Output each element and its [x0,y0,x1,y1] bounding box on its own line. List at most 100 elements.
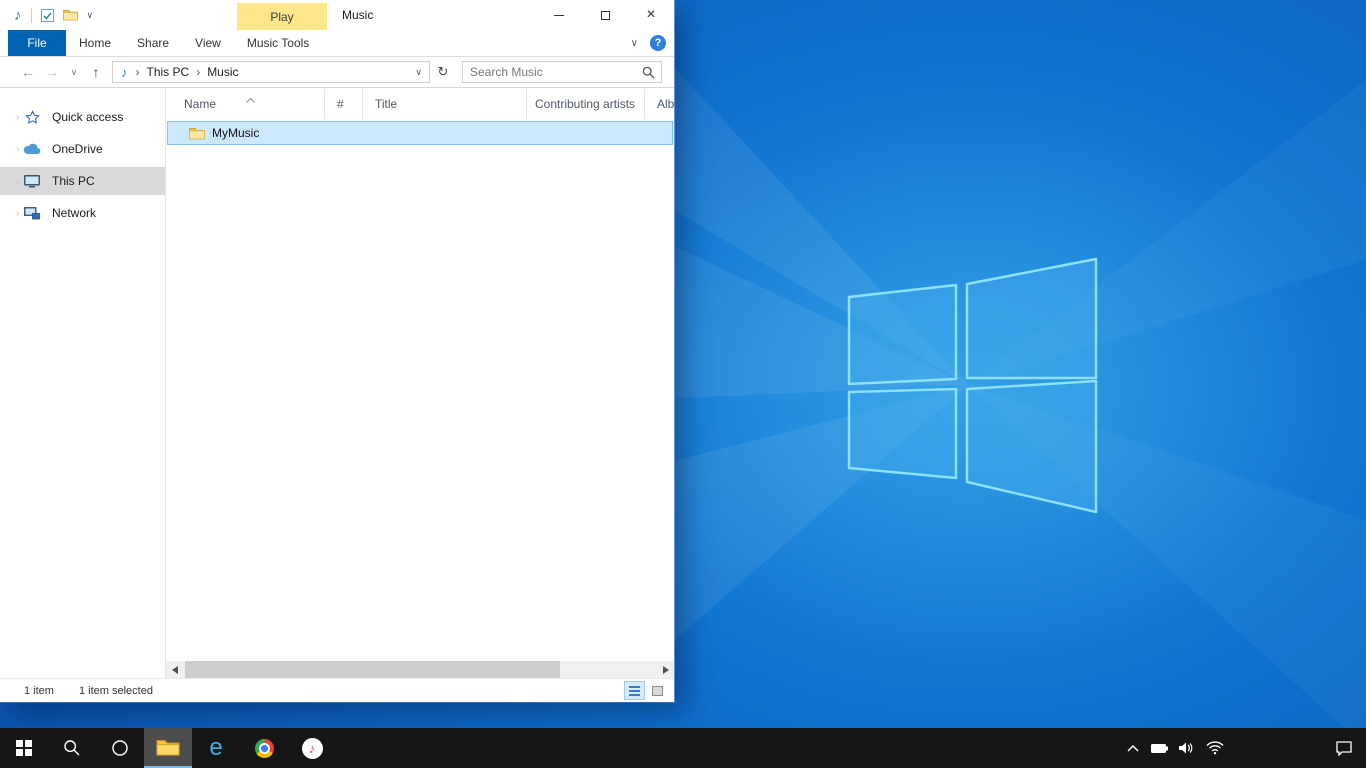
breadcrumb-this-pc[interactable]: This PC [143,65,194,79]
breadcrumb-chevron-icon: › [133,65,143,79]
tab-home[interactable]: Home [66,30,124,56]
column-label: Title [363,97,397,111]
titlebar-divider [31,8,32,23]
horizontal-scrollbar[interactable] [166,661,674,678]
taskbar-internet-explorer-button[interactable]: e [192,728,240,768]
folder-icon [189,127,205,140]
help-icon[interactable]: ? [650,35,666,51]
refresh-icon[interactable]: ↻ [432,64,454,80]
wifi-icon[interactable] [1206,741,1224,755]
tab-view[interactable]: View [182,30,234,56]
details-view-button[interactable] [624,681,645,700]
address-toolbar: ← → ∨ ↑ ♪ › This PC › Music ∨ ↻ [0,57,674,88]
quick-access-star-icon [20,110,44,125]
battery-icon[interactable] [1151,744,1168,753]
scrollbar-thumb[interactable] [185,661,560,678]
taskbar-file-explorer-button[interactable] [144,728,192,768]
sidebar-item-onedrive[interactable]: › OneDrive [0,135,165,163]
cortana-button[interactable] [96,728,144,768]
network-icon [20,207,44,220]
ribbon-collapse-icon[interactable]: ∨ [631,38,638,49]
forward-icon[interactable]: → [40,64,64,80]
hidden-icons-chevron-icon[interactable] [1127,745,1139,752]
cortana-icon [111,739,129,757]
expand-chevron-icon[interactable]: › [0,176,18,187]
column-label: Name [166,97,216,111]
music-note-glyph: ♪ [309,741,316,756]
new-folder-icon[interactable] [63,9,78,21]
column-header-contributing-artists[interactable]: Contributing artists [527,89,645,119]
column-header-title[interactable]: Title [363,89,527,119]
scroll-left-icon[interactable] [166,661,183,678]
up-icon[interactable]: ↑ [84,64,108,80]
search-box[interactable] [462,61,662,83]
ribbon-right-controls: ∨ ? [631,30,666,56]
file-row-mymusic[interactable]: MyMusic [167,121,673,145]
close-button[interactable]: × [628,0,674,30]
music-app-icon: ♪ [302,738,323,759]
maximize-button[interactable] [582,0,628,30]
taskbar-music-app-button[interactable]: ♪ [288,728,336,768]
taskbar-search-button[interactable] [48,728,96,768]
sidebar-item-label: OneDrive [52,142,103,156]
scroll-right-icon[interactable] [657,661,674,678]
expand-chevron-icon[interactable]: › [0,208,18,219]
tab-share[interactable]: Share [124,30,182,56]
volume-icon[interactable] [1178,741,1194,755]
address-dropdown-icon[interactable]: ∨ [415,67,422,78]
qat-customize-icon[interactable]: ∨ [87,10,94,21]
minimize-button[interactable] [536,0,582,30]
taskbar-chrome-button[interactable] [240,728,288,768]
tab-music-tools[interactable]: Music Tools [234,30,322,56]
back-icon[interactable]: ← [16,64,40,80]
column-header-album[interactable]: Alb [645,89,674,119]
file-explorer-icon [156,738,180,756]
large-icons-view-button[interactable] [647,681,668,700]
tab-file[interactable]: File [8,30,66,56]
file-name: MyMusic [212,126,259,140]
address-music-icon: ♪ [121,65,128,80]
sort-ascending-icon [246,92,255,106]
breadcrumb-music[interactable]: Music [203,65,242,79]
minimize-icon [554,15,564,16]
breadcrumb-chevron-icon: › [193,65,203,79]
address-bar[interactable]: ♪ › This PC › Music ∨ [112,61,430,83]
item-count: 1 item [24,685,54,697]
file-explorer-window: ♪ ∨ Play Music × File Home Share View M [0,0,675,703]
window-title: Music [342,0,373,30]
column-header-name[interactable]: Name [166,89,325,119]
properties-icon[interactable] [41,9,54,22]
selection-count: 1 item selected [79,685,153,697]
maximize-icon [601,11,610,20]
this-pc-monitor-icon [20,175,44,188]
close-icon: × [646,7,655,23]
action-center-icon[interactable] [1336,741,1352,756]
expand-chevron-icon[interactable]: › [0,144,18,155]
sidebar-item-this-pc[interactable]: › This PC [0,167,165,195]
sidebar-item-quick-access[interactable]: › Quick access [0,103,165,131]
column-header-row: Name # Title Contributing artists Alb [166,89,674,119]
recent-locations-icon[interactable]: ∨ [66,67,82,78]
onedrive-cloud-icon [20,143,44,155]
window-controls: × [536,0,674,30]
music-note-icon: ♪ [14,7,22,24]
column-header-number[interactable]: # [325,89,363,119]
search-input[interactable] [463,65,642,79]
status-bar: 1 item 1 item selected [0,678,674,702]
navigation-pane: › Quick access › OneDrive › [0,89,166,678]
file-list-pane: Name # Title Contributing artists Alb [166,89,674,678]
expand-chevron-icon[interactable]: › [0,112,18,123]
search-icon[interactable] [642,66,655,79]
internet-explorer-icon: e [209,736,222,760]
large-icons-view-icon [652,686,663,696]
sidebar-item-network[interactable]: › Network [0,199,165,227]
start-windows-icon [16,740,33,757]
play-contextual-tab[interactable]: Play [237,3,327,30]
titlebar: ♪ ∨ Play Music × [0,0,674,30]
column-label: Alb [645,97,674,111]
system-tray [1127,728,1366,768]
ribbon-tab-bar: File Home Share View Music Tools ∨ ? [0,30,674,57]
column-label: # [325,97,344,111]
sidebar-item-label: Quick access [52,110,123,124]
start-button[interactable] [0,728,48,768]
